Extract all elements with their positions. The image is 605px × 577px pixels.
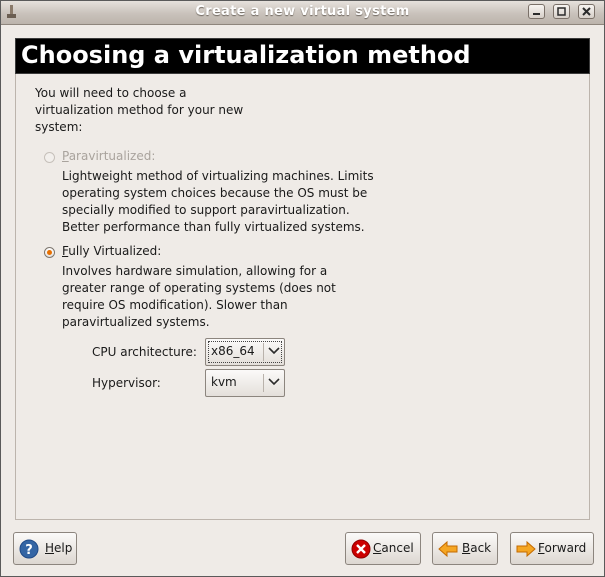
paravirtualized-radio[interactable] [44,152,55,163]
cpu-architecture-label: CPU architecture: [92,345,197,359]
close-button[interactable] [578,4,595,19]
cancel-label: Cancel [373,541,414,555]
minimize-icon [533,13,540,15]
help-button[interactable]: ? Help [13,532,77,565]
maximize-icon [557,7,566,16]
fully-virtualized-radio[interactable] [44,247,55,258]
intro-line-3: system: [35,120,83,134]
hypervisor-value: kvm [211,375,237,389]
cancel-button[interactable]: Cancel [345,532,421,565]
help-mnemonic: H [45,541,55,555]
intro-line-2: virtualization method for your new [35,103,244,117]
fully-virtualized-desc-3: require OS modification). Slower than [62,298,288,312]
forward-label-text: orward [544,541,587,555]
hypervisor-label: Hypervisor: [92,376,161,390]
back-mnemonic: B [462,541,471,555]
fully-virtualized-desc-2: greater range of operating systems (does… [62,281,336,295]
hypervisor-combo[interactable]: kvm [205,369,285,397]
page-title: Choosing a virtualization method [21,41,471,69]
paravirtualized-label[interactable]: Paravirtualized: [62,148,155,165]
help-icon: ? [19,539,39,559]
fully-virtualized-label[interactable]: Fully Virtualized: [62,243,161,260]
arrow-left-icon [438,540,458,558]
combo-separator [263,343,264,361]
paravirtualized-desc-1: Lightweight method of virtualizing machi… [62,169,374,183]
back-label-text: ack [470,541,492,555]
forward-button[interactable]: Forward [510,532,594,565]
help-label-text: elp [54,541,73,555]
fully-virtualized-label-text: ully Virtualized: [68,244,162,258]
fully-virtualized-desc-1: Involves hardware simulation, allowing f… [62,264,328,278]
arrow-right-icon [516,540,536,558]
cancel-icon [351,539,371,559]
back-label: Back [462,541,491,555]
fully-virtualized-desc-4: paravirtualized systems. [62,315,210,329]
cpu-architecture-value: x86_64 [211,344,255,358]
cancel-label-text: ancel [381,541,414,555]
combo-separator [263,374,264,392]
dialog-window: Create a new virtual system Choosing a v… [0,0,605,577]
paravirtualized-desc-3: specially modified to support paravirtua… [62,203,350,217]
maximize-button[interactable] [553,4,570,19]
chevron-down-icon [268,378,280,386]
svg-text:?: ? [25,543,33,558]
intro-line-1: You will need to choose a [35,86,187,100]
paravirtualized-mnemonic: P [62,149,69,163]
chevron-down-icon [268,347,280,355]
help-label: Help [45,541,72,555]
paravirtualized-desc-4: Better performance than fully virtualize… [62,220,365,234]
minimize-button[interactable] [528,4,545,19]
title-bar[interactable]: Create a new virtual system [1,1,604,25]
cpu-architecture-combo[interactable]: x86_64 [205,338,285,366]
back-button[interactable]: Back [432,532,498,565]
window-title: Create a new virtual system [195,4,410,19]
paravirtualized-label-text: aravirtualized: [68,149,156,163]
forward-label: Forward [538,541,586,555]
page-header: Choosing a virtualization method [15,38,590,74]
paravirtualized-desc-2: operating system choices because the OS … [62,186,368,200]
close-icon [582,7,591,16]
